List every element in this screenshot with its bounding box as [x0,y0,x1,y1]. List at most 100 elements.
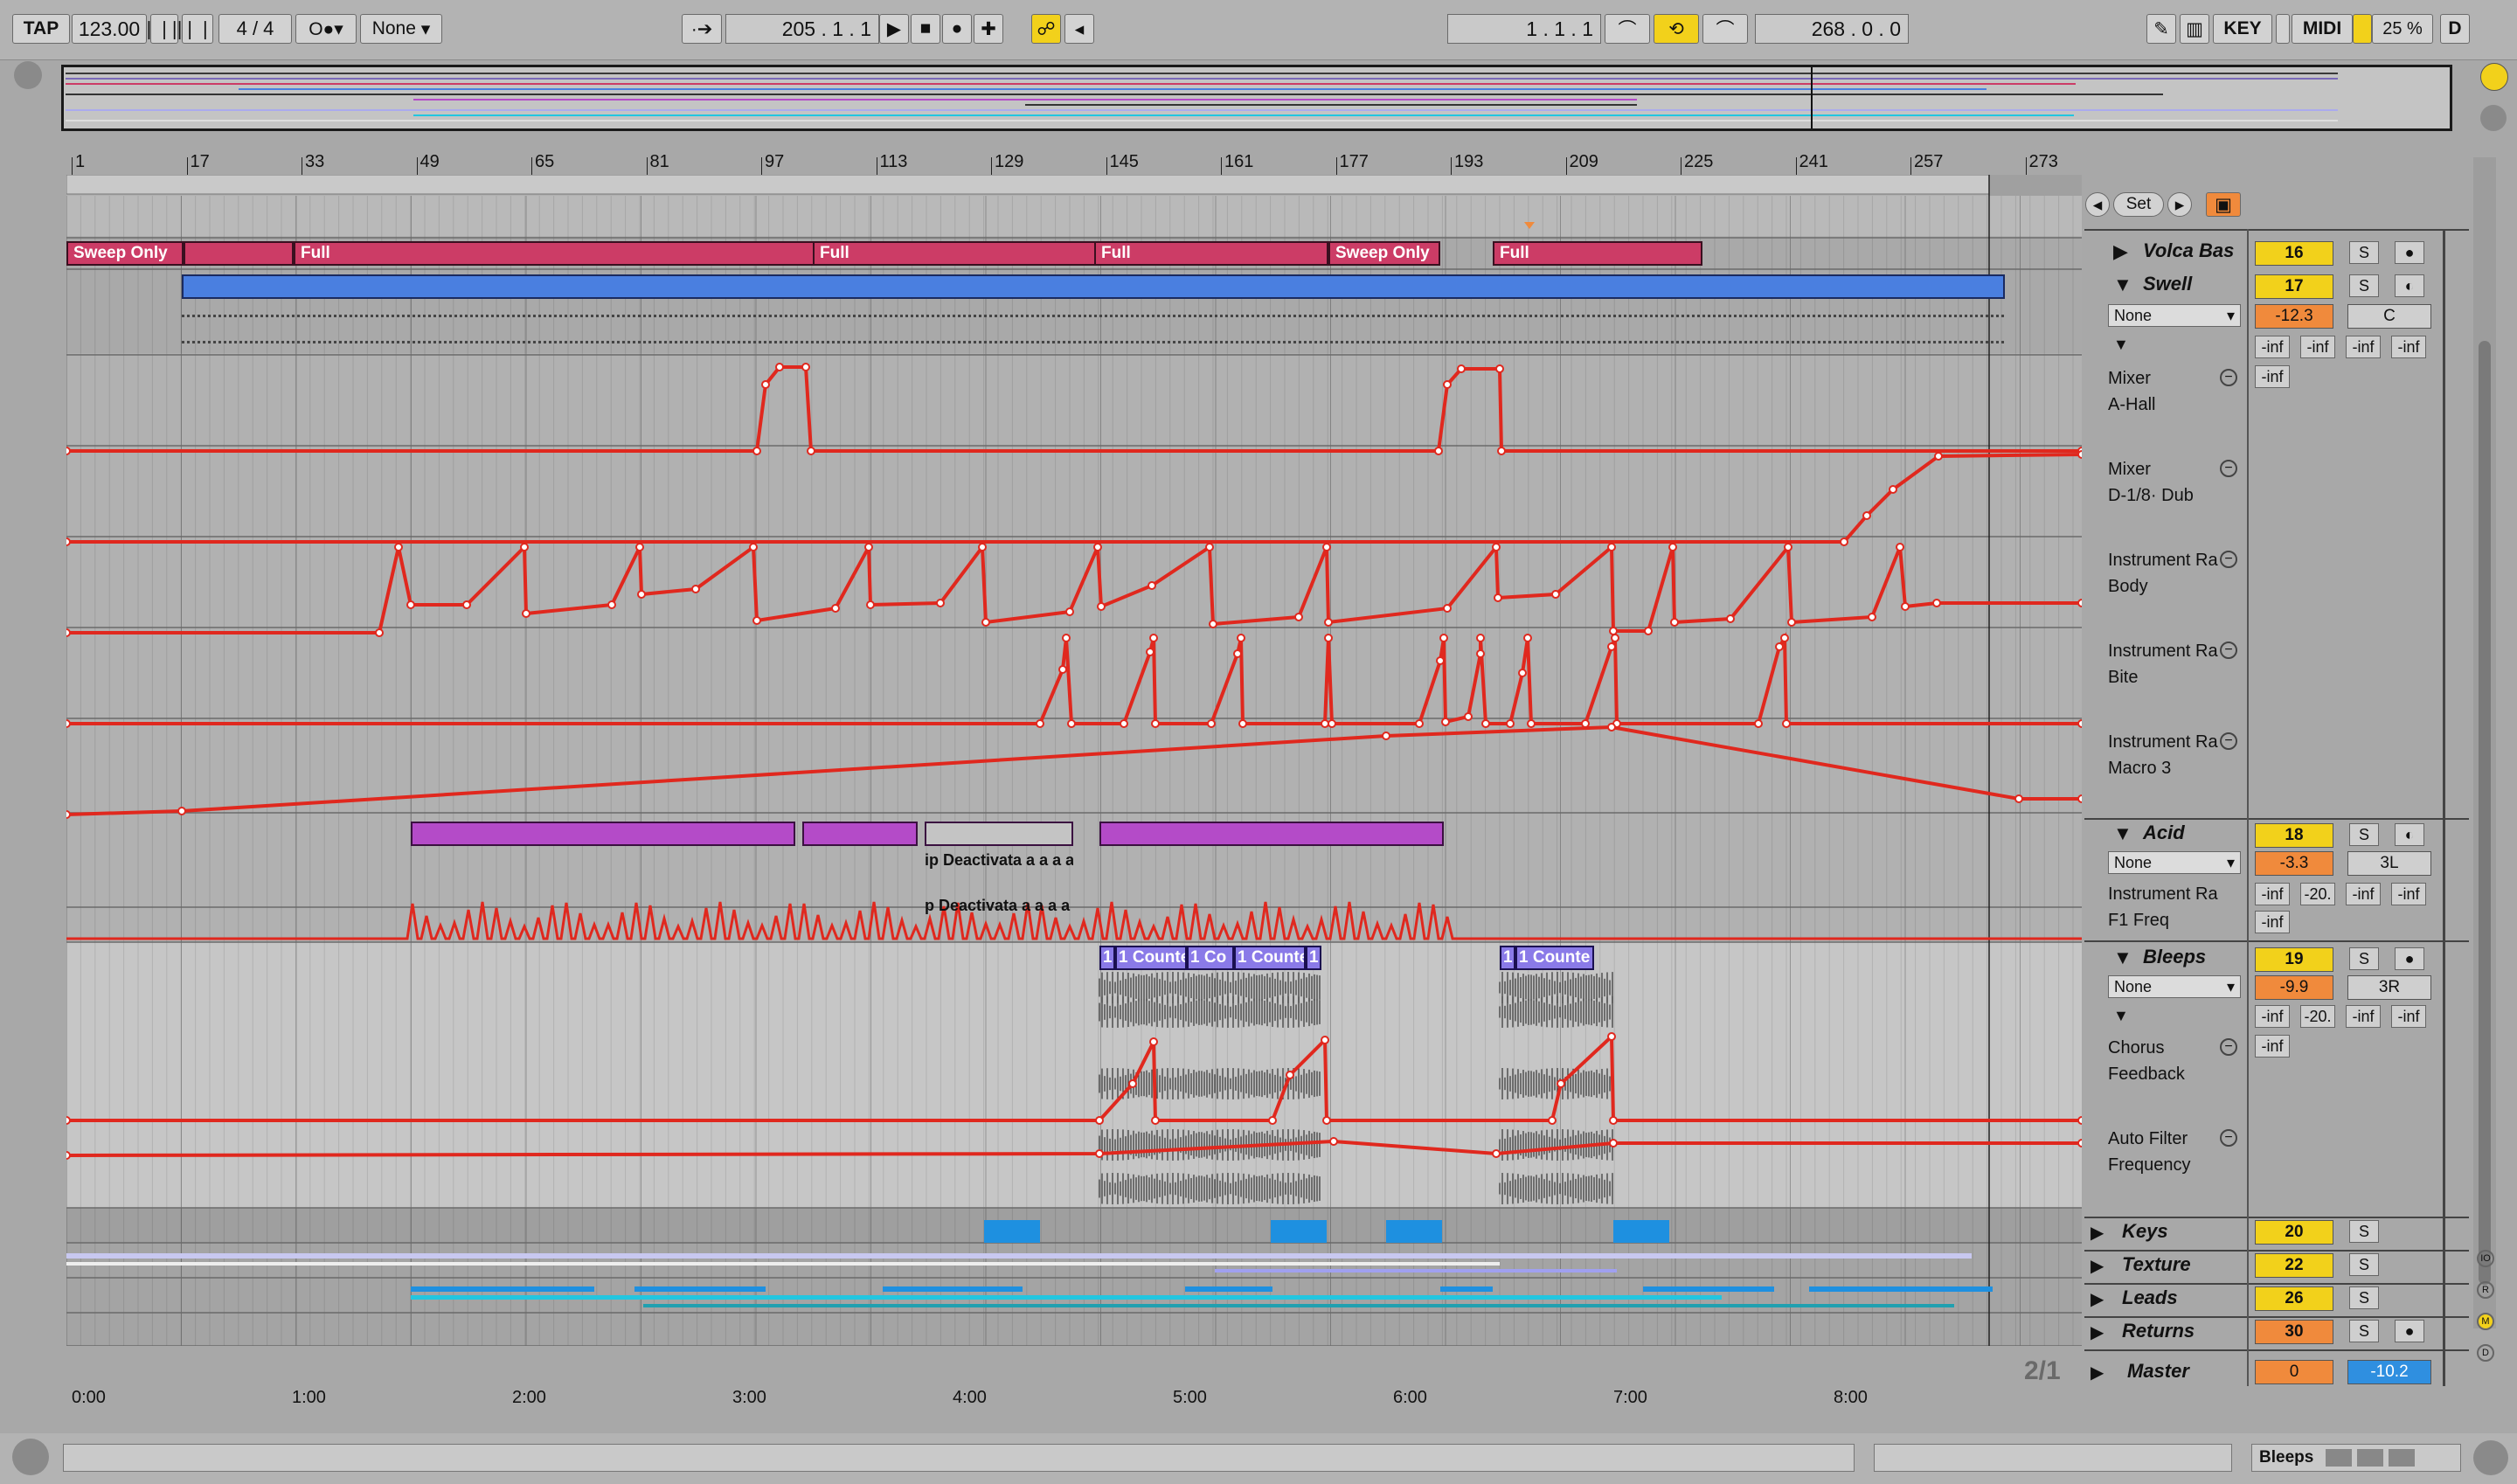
detail-toggle-icon[interactable] [2473,1440,2508,1475]
io-icon[interactable]: IO [2477,1250,2494,1267]
loop-switch-button[interactable]: ⟲ [1654,14,1699,44]
acid-pan[interactable]: 3L [2347,851,2431,876]
acid-track-name[interactable]: Acid [2143,822,2185,844]
swell-volume[interactable]: -12.3 [2255,304,2333,329]
returns-solo-button[interactable]: S [2349,1320,2379,1342]
bleeps-send-a[interactable]: -inf [2255,1005,2290,1028]
swell-send-d[interactable]: -inf [2391,336,2426,358]
clip-sweep-only-2[interactable]: Sweep Only [1328,241,1440,266]
returns-icon[interactable]: R [2477,1281,2494,1299]
bleeps-clip-5[interactable]: 1 [1306,946,1321,970]
swell-input-dropdown[interactable]: None ▾ [2108,304,2241,327]
song-position-field[interactable]: 205 . 1 . 1 [725,14,879,44]
metronome-button[interactable]: O●▾ [295,14,357,44]
swell-send-c[interactable]: -inf [2346,336,2381,358]
returns-track-name[interactable]: Returns [2122,1320,2195,1342]
acid-clip-1[interactable] [411,822,795,846]
metronome-dropdown[interactable]: None ▾ [360,14,442,44]
bleeps-clip-7[interactable]: 1 Counte [1515,946,1594,970]
acid-fold-icon[interactable]: ▼ [2113,822,2132,845]
bleeps-send-b[interactable]: -20. [2300,1005,2335,1028]
acid-send-d[interactable]: -inf [2391,883,2426,905]
swell-clip[interactable] [182,274,2005,299]
swell-monitor-button[interactable]: ◐ [2395,274,2424,297]
acid-clip-2[interactable] [802,822,918,846]
swell-send-b[interactable]: -inf [2300,336,2335,358]
acid-volume[interactable]: -3.3 [2255,851,2333,876]
bleeps-clip-2[interactable]: 1 Counte [1115,946,1187,970]
bleeps-send-extra[interactable]: -inf [2255,1035,2290,1058]
acid-send-c[interactable]: -inf [2346,883,2381,905]
master-pan[interactable]: -10.2 [2347,1360,2431,1384]
swell-pan[interactable]: C [2347,304,2431,329]
record-button[interactable]: ● [942,14,972,44]
master-fold-icon[interactable]: ▶ [2091,1362,2104,1383]
bleeps-lane-1-remove-icon[interactable]: − [2220,1038,2237,1056]
tap-button[interactable]: TAP [12,14,70,44]
stop-button[interactable]: ■ [911,14,940,44]
punch-in-button[interactable]: ⌒ [1605,14,1650,44]
bleeps-clip-6[interactable]: 1 [1500,946,1515,970]
bleeps-volume[interactable]: -9.9 [2255,975,2333,1000]
bleeps-input-dropdown[interactable]: None ▾ [2108,975,2241,998]
selected-track-indicator[interactable]: Bleeps [2251,1444,2461,1472]
bleeps-arm-button[interactable]: ● [2395,947,2424,970]
swell-send-a[interactable]: -inf [2255,336,2290,358]
acid-clip-deactivated[interactable] [925,822,1073,846]
volca-track-name[interactable]: Volca Bas [2143,239,2234,262]
acid-solo-button[interactable]: S [2349,823,2379,846]
play-button[interactable]: ▶ [879,14,909,44]
loop-length-field[interactable]: 268 . 0 . 0 [1755,14,1909,44]
time-signature[interactable]: 4 / 4 [218,14,292,44]
swell-solo-button[interactable]: S [2349,274,2379,297]
master-track-name[interactable]: Master [2127,1360,2189,1383]
arrangement-overview[interactable] [61,65,2452,131]
bleeps-clip-3[interactable]: 1 Co [1187,946,1234,970]
master-volume[interactable]: 0 [2255,1360,2333,1384]
returns-fold-icon[interactable]: ▶ [2091,1321,2104,1343]
bar-ruler[interactable]: 1 17 33 49 65 81 97 113 129 145 161 177 193 209 225 241… [66,150,2082,177]
keys-solo-button[interactable]: S [2349,1220,2379,1243]
lane-3-remove-icon[interactable]: − [2220,551,2237,568]
volca-fold-icon[interactable]: ▶ [2113,240,2128,263]
tempo-field[interactable]: 123.00 [72,14,147,44]
leads-fold-icon[interactable]: ▶ [2091,1288,2104,1310]
returns-arm-button[interactable]: ● [2395,1320,2424,1342]
swell-device-fold-icon[interactable]: ▼ [2113,336,2129,354]
overdub-button[interactable]: ✚ [974,14,1003,44]
clip-full[interactable]: Full [294,241,863,266]
leads-solo-button[interactable]: S [2349,1286,2379,1309]
texture-solo-button[interactable]: S [2349,1253,2379,1276]
acid-send-b[interactable]: -20. [2300,883,2335,905]
bleeps-lane-2-remove-icon[interactable]: − [2220,1129,2237,1147]
swell-send-extra[interactable]: -inf [2255,365,2290,388]
mixer-icon[interactable]: M [2477,1313,2494,1330]
leads-track-name[interactable]: Leads [2122,1286,2178,1309]
clip-full-4[interactable]: Full [1493,241,1702,266]
vertical-scrollbar-thumb[interactable] [2479,341,2491,1285]
computer-keyboard-button[interactable]: ▥ [2180,14,2209,44]
browser-toggle-icon[interactable] [14,61,42,89]
lane-5-remove-icon[interactable]: − [2220,732,2237,750]
swell-fold-icon[interactable]: ▼ [2113,274,2132,296]
key-map-button[interactable]: KEY [2213,14,2272,44]
lane-1-remove-icon[interactable]: − [2220,369,2237,386]
back-to-arrangement-button[interactable]: ◂ [1064,14,1094,44]
volca-solo-button[interactable]: S [2349,241,2379,264]
bleeps-pan[interactable]: 3R [2347,975,2431,1000]
punch-out-button[interactable]: ⌒ [1702,14,1748,44]
midi-map-button[interactable]: MIDI [2292,14,2353,44]
keys-track-name[interactable]: Keys [2122,1220,2168,1243]
volca-arm-button[interactable]: ● [2395,241,2424,264]
texture-track-name[interactable]: Texture [2122,1253,2191,1276]
bleeps-clip-4[interactable]: 1 Counte [1234,946,1306,970]
arrangement-view[interactable]: Sweep Only Full Full Full Sweep Only Ful… [66,175,2082,1385]
clip-full-3[interactable]: Full [1094,241,1328,266]
texture-fold-icon[interactable]: ▶ [2091,1255,2104,1277]
delay-icon[interactable]: D [2477,1344,2494,1362]
acid-send-extra[interactable]: -inf [2255,911,2290,933]
loop-start-field[interactable]: 1 . 1 . 1 [1447,14,1601,44]
keys-fold-icon[interactable]: ▶ [2091,1222,2104,1244]
bleeps-clip-1[interactable]: 1 [1099,946,1115,970]
bleeps-send-d[interactable]: -inf [2391,1005,2426,1028]
